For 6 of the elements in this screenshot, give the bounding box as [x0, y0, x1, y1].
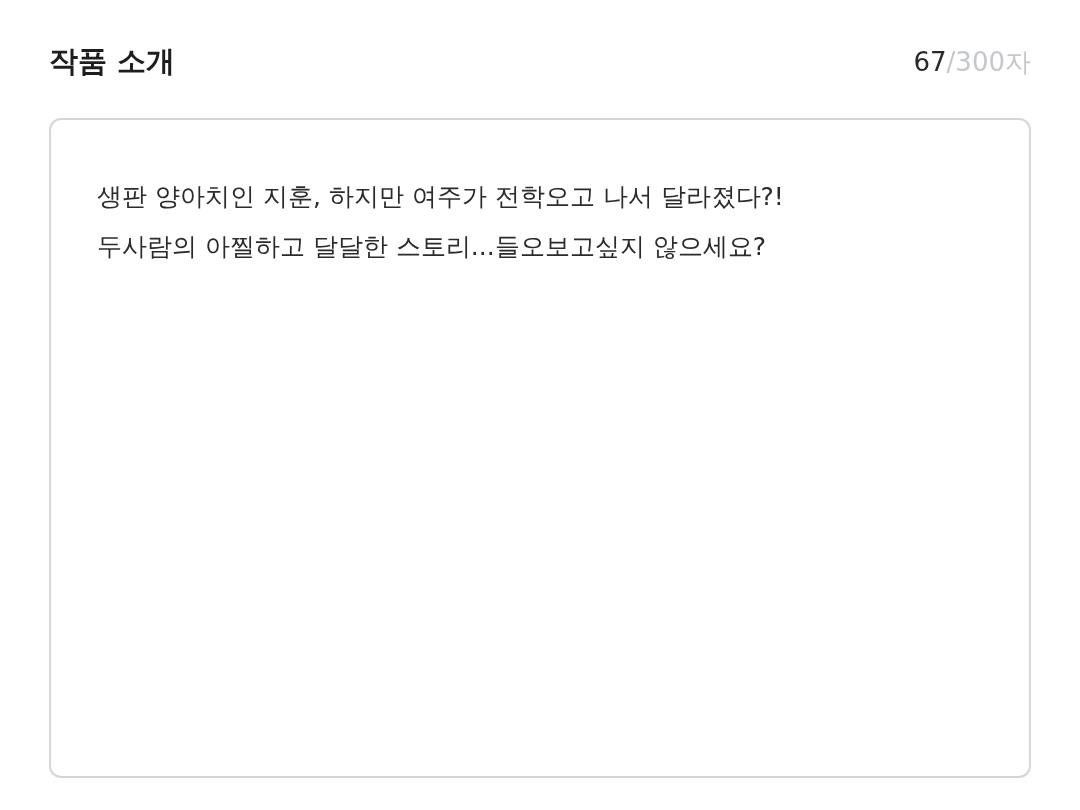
description-text-line: 생판 양아치인 지훈, 하지만 여주가 전학오고 나서 달라졌다?! — [97, 181, 785, 213]
character-limit: /300자 — [946, 45, 1031, 79]
description-text-line: 두사람의 아찔하고 달달한 스토리...들오보고싶지 않으세요? — [97, 231, 767, 263]
description-field[interactable]: 생판 양아치인 지훈, 하지만 여주가 전학오고 나서 달라졌다?! 두사람의 아찔하고 달달한 스토리...들오보고싶지 않으세요? — [49, 118, 1031, 778]
character-count: 67 — [913, 46, 947, 77]
section-title: 작품 소개 — [49, 43, 176, 80]
